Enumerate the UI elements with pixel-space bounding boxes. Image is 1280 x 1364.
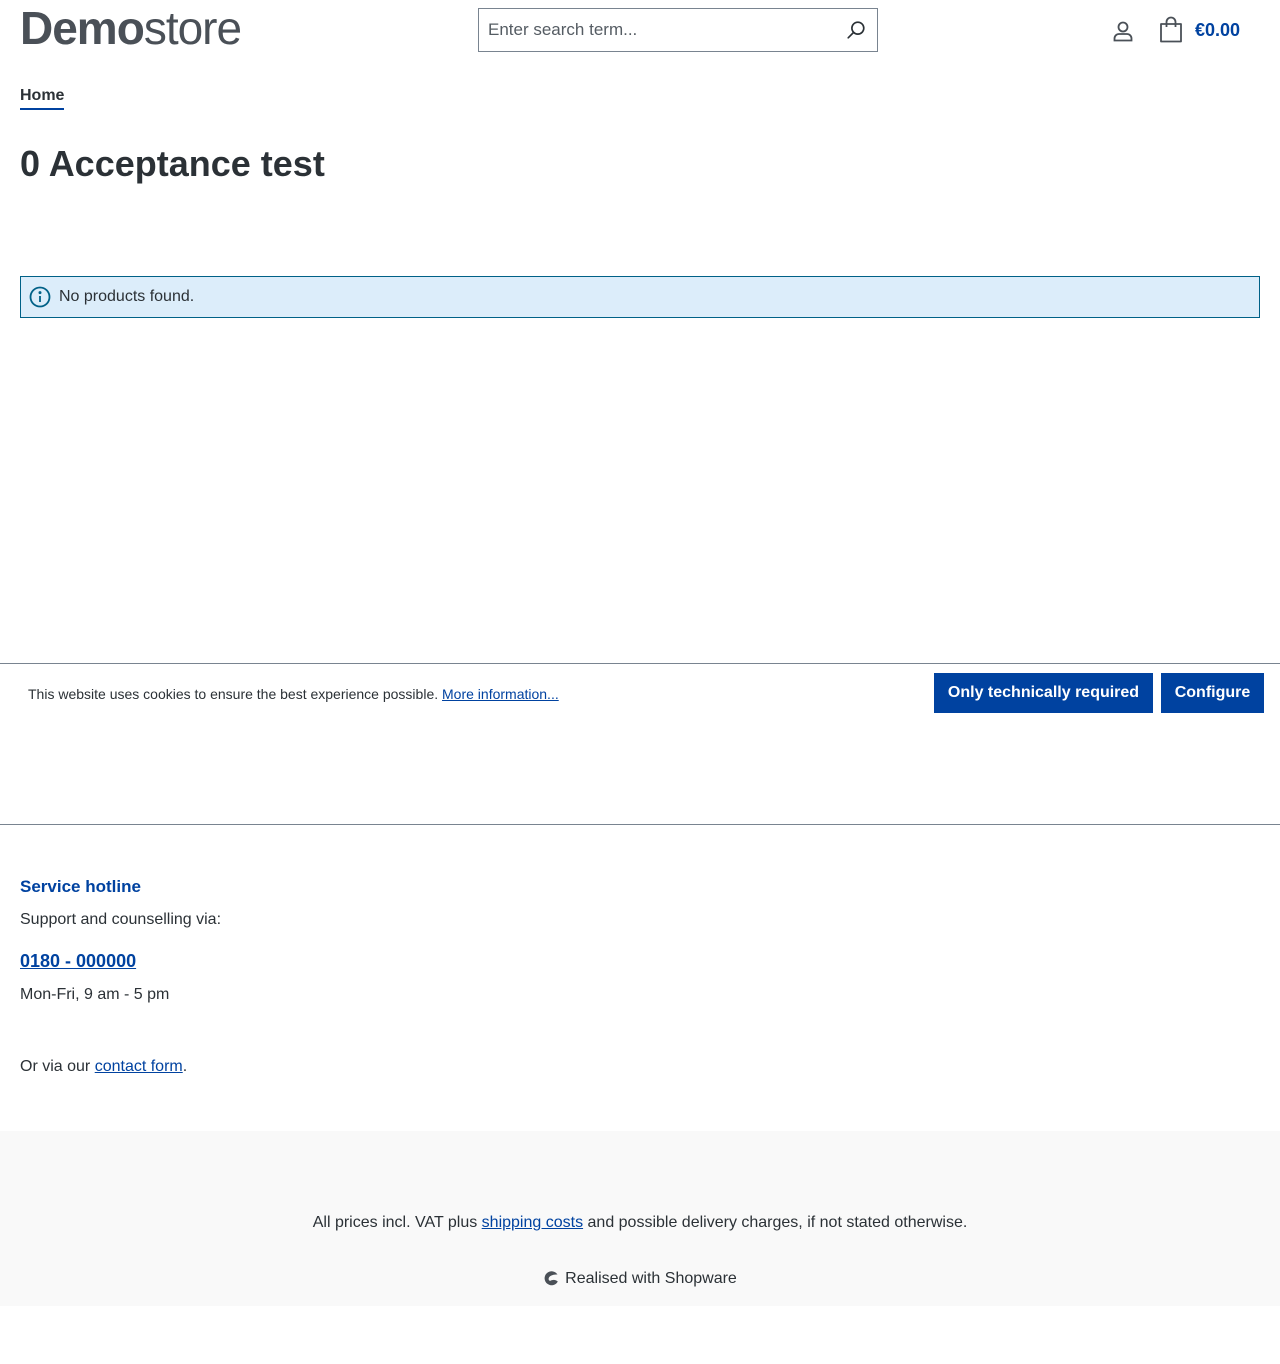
hotline-subtitle: Support and counselling via: — [20, 911, 222, 928]
info-icon — [29, 286, 51, 308]
vat-suffix: and possible delivery charges, if not st… — [587, 1214, 968, 1231]
hotline-title: Service hotline — [20, 877, 141, 896]
cookie-message-text: This website uses cookies to ensure the … — [28, 686, 439, 702]
vat-notice: All prices incl. VAT plus shipping costs… — [0, 1213, 1280, 1233]
logo-bold: Demo — [20, 2, 145, 54]
cookie-message: This website uses cookies to ensure the … — [28, 684, 559, 704]
cart-total: €0.00 — [1195, 20, 1241, 40]
hotline-hours: Mon-Fri, 9 am - 5 pm — [20, 986, 170, 1003]
shipping-costs-link[interactable]: shipping costs — [482, 1214, 583, 1231]
logo[interactable]: Demostore — [20, 2, 242, 54]
search-box — [478, 8, 878, 52]
search-input[interactable] — [479, 9, 835, 51]
cookie-more-link[interactable]: More information... — [442, 686, 559, 702]
powered-by: Realised with Shopware — [0, 1269, 1280, 1289]
cookie-banner: This website uses cookies to ensure the … — [0, 663, 1280, 725]
contact-suffix: . — [182, 1058, 188, 1075]
header: Demostore €0.00 — [0, 0, 1280, 60]
vat-prefix: All prices incl. VAT plus — [312, 1214, 478, 1231]
footer-bottom: All prices incl. VAT plus shipping costs… — [0, 1131, 1280, 1306]
breadcrumb-home[interactable]: Home — [20, 86, 65, 110]
hotline-phone-link[interactable]: 0180 - 000000 — [20, 950, 136, 972]
contact-prefix: Or via our — [20, 1058, 91, 1075]
bag-icon — [1160, 16, 1182, 43]
info-alert: No products found. — [20, 276, 1260, 318]
search-icon[interactable] — [845, 19, 867, 41]
only-required-button[interactable]: Only technically required — [934, 673, 1153, 713]
configure-button[interactable]: Configure — [1161, 673, 1264, 713]
contact-line: Or via our contact form. — [20, 1057, 187, 1077]
footer-divider — [0, 824, 1280, 825]
powered-text: Realised with Shopware — [565, 1270, 737, 1287]
logo-light: store — [143, 2, 242, 54]
alert-text: No products found. — [59, 288, 195, 305]
contact-form-link[interactable]: contact form — [95, 1058, 183, 1075]
user-icon[interactable] — [1111, 19, 1135, 43]
shopware-icon — [544, 1271, 558, 1286]
page-title: 0 Acceptance test — [20, 143, 325, 184]
cart-button[interactable]: €0.00 — [1158, 16, 1240, 44]
